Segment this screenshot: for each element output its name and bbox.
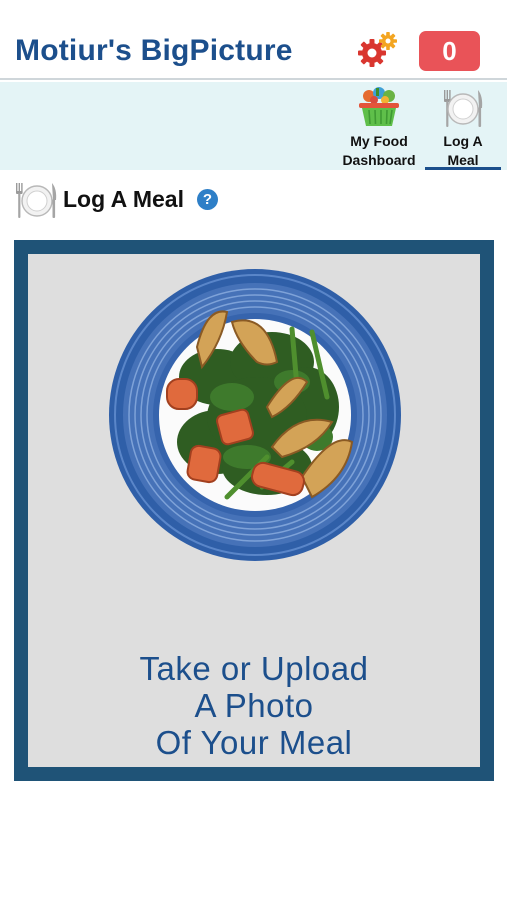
meal-plate-photo (109, 269, 401, 561)
gears-icon (358, 32, 397, 67)
upload-photo-prompt[interactable]: Take or Upload A Photo Of Your Meal (28, 650, 480, 761)
help-icon[interactable]: ? (197, 189, 218, 210)
nav-item-my-food-dashboard[interactable]: My Food Dashboard (337, 82, 421, 170)
nav-label-line: My Food (350, 133, 408, 149)
photo-upload-area[interactable]: Take or Upload A Photo Of Your Meal (28, 254, 480, 767)
nav-item-label: Log A Meal (425, 132, 501, 170)
plate-fork-knife-icon (444, 90, 483, 127)
nav-bar: My Food Dashboard Log A Meal (0, 82, 507, 170)
meal-plate-image (107, 267, 403, 563)
app-screen: Motiur's BigPicture 0 My Food Dashboard … (0, 0, 507, 900)
cta-line: Take or Upload (139, 650, 369, 687)
cta-line: A Photo (194, 687, 314, 724)
notification-count-badge[interactable]: 0 (419, 31, 480, 71)
nav-item-label: My Food Dashboard (337, 132, 421, 170)
food-basket-icon (359, 87, 399, 126)
app-header: Motiur's BigPicture 0 (0, 0, 507, 80)
page-title: Log A Meal (63, 186, 184, 212)
settings-button[interactable] (356, 30, 400, 70)
nav-label-line: Dashboard (342, 152, 416, 168)
nav-label-line: Log A (443, 133, 483, 149)
active-tab-indicator (425, 167, 501, 170)
section-header: Log A Meal ? (12, 178, 312, 222)
photo-upload-card[interactable]: Take or Upload A Photo Of Your Meal (14, 240, 494, 781)
cta-line: Of Your Meal (155, 724, 353, 761)
nav-item-log-a-meal[interactable]: Log A Meal (425, 82, 501, 170)
app-title: Motiur's BigPicture (15, 34, 293, 67)
plate-fork-knife-icon (16, 183, 57, 218)
